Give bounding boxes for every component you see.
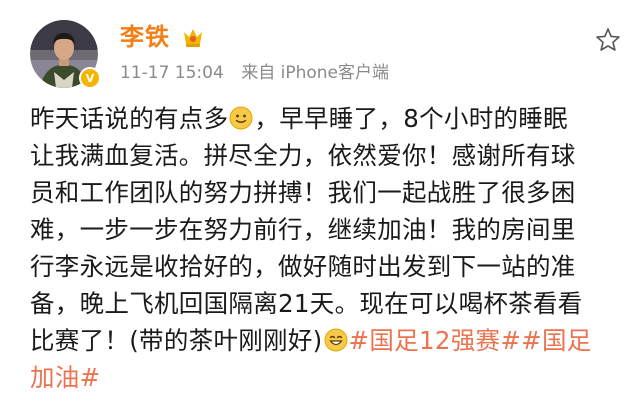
verified-badge-icon: V (79, 67, 101, 89)
content-line: 备，晚上飞机回国隔离21天。现在可以喝杯茶看看 (30, 289, 583, 318)
username[interactable]: 李铁 (120, 22, 206, 52)
post-source[interactable]: 来自 iPhone客户端 (241, 63, 389, 83)
post-meta: 11-17 15:04 来自 iPhone客户端 (120, 62, 389, 84)
hashtag-link[interactable]: 加油# (30, 363, 100, 392)
svg-text:V: V (86, 72, 95, 85)
avatar[interactable]: V (30, 20, 101, 89)
hashtag-link[interactable]: #国足 (521, 326, 591, 355)
content-line: 员和工作团队的努力拼搏！我们一起战胜了很多困 (30, 178, 576, 207)
post-header: V 李铁 11-17 15:04 来自 iPhone客户端 (0, 0, 640, 100)
content-line: 让我满血复活。拼尽全力，依然爱你！感谢所有球 (30, 141, 576, 170)
star-outline-icon[interactable] (594, 26, 622, 54)
hashtag-link[interactable]: #国足12强赛# (349, 326, 522, 355)
content-text: ，早早睡了，8个小时的睡眠 (254, 104, 568, 133)
content-text: 比赛了！(带的茶叶刚刚好) (30, 326, 323, 355)
content-line: 难，一步一步在努力前行，继续加油！我的房间里 (30, 215, 576, 244)
content-line: 昨天话说的有点多 ，早早睡了，8个小时的睡眠 (30, 100, 630, 137)
content-text: 昨天话说的有点多 (30, 104, 229, 133)
vip-gold-icon[interactable] (180, 24, 206, 50)
username-text[interactable]: 李铁 (120, 22, 170, 52)
post-time: 11-17 15:04 (120, 63, 224, 83)
content-line: 加油# (30, 359, 630, 396)
post-content: 昨天话说的有点多 ，早早睡了，8个小时的睡眠 让我满血复活。拼尽全力，依然爱你！感… (30, 100, 630, 396)
grin-emoji (324, 328, 348, 352)
smile-emoji (229, 106, 253, 130)
weibo-post: V 李铁 11-17 15:04 来自 iPhone客户端 昨天话说的有点多 ，早… (0, 0, 640, 403)
content-line: 行李永远是收拾好的，做好随时出发到下一站的准 (30, 252, 576, 281)
content-line: 比赛了！(带的茶叶刚刚好) #国足12强赛##国足 (30, 322, 630, 359)
